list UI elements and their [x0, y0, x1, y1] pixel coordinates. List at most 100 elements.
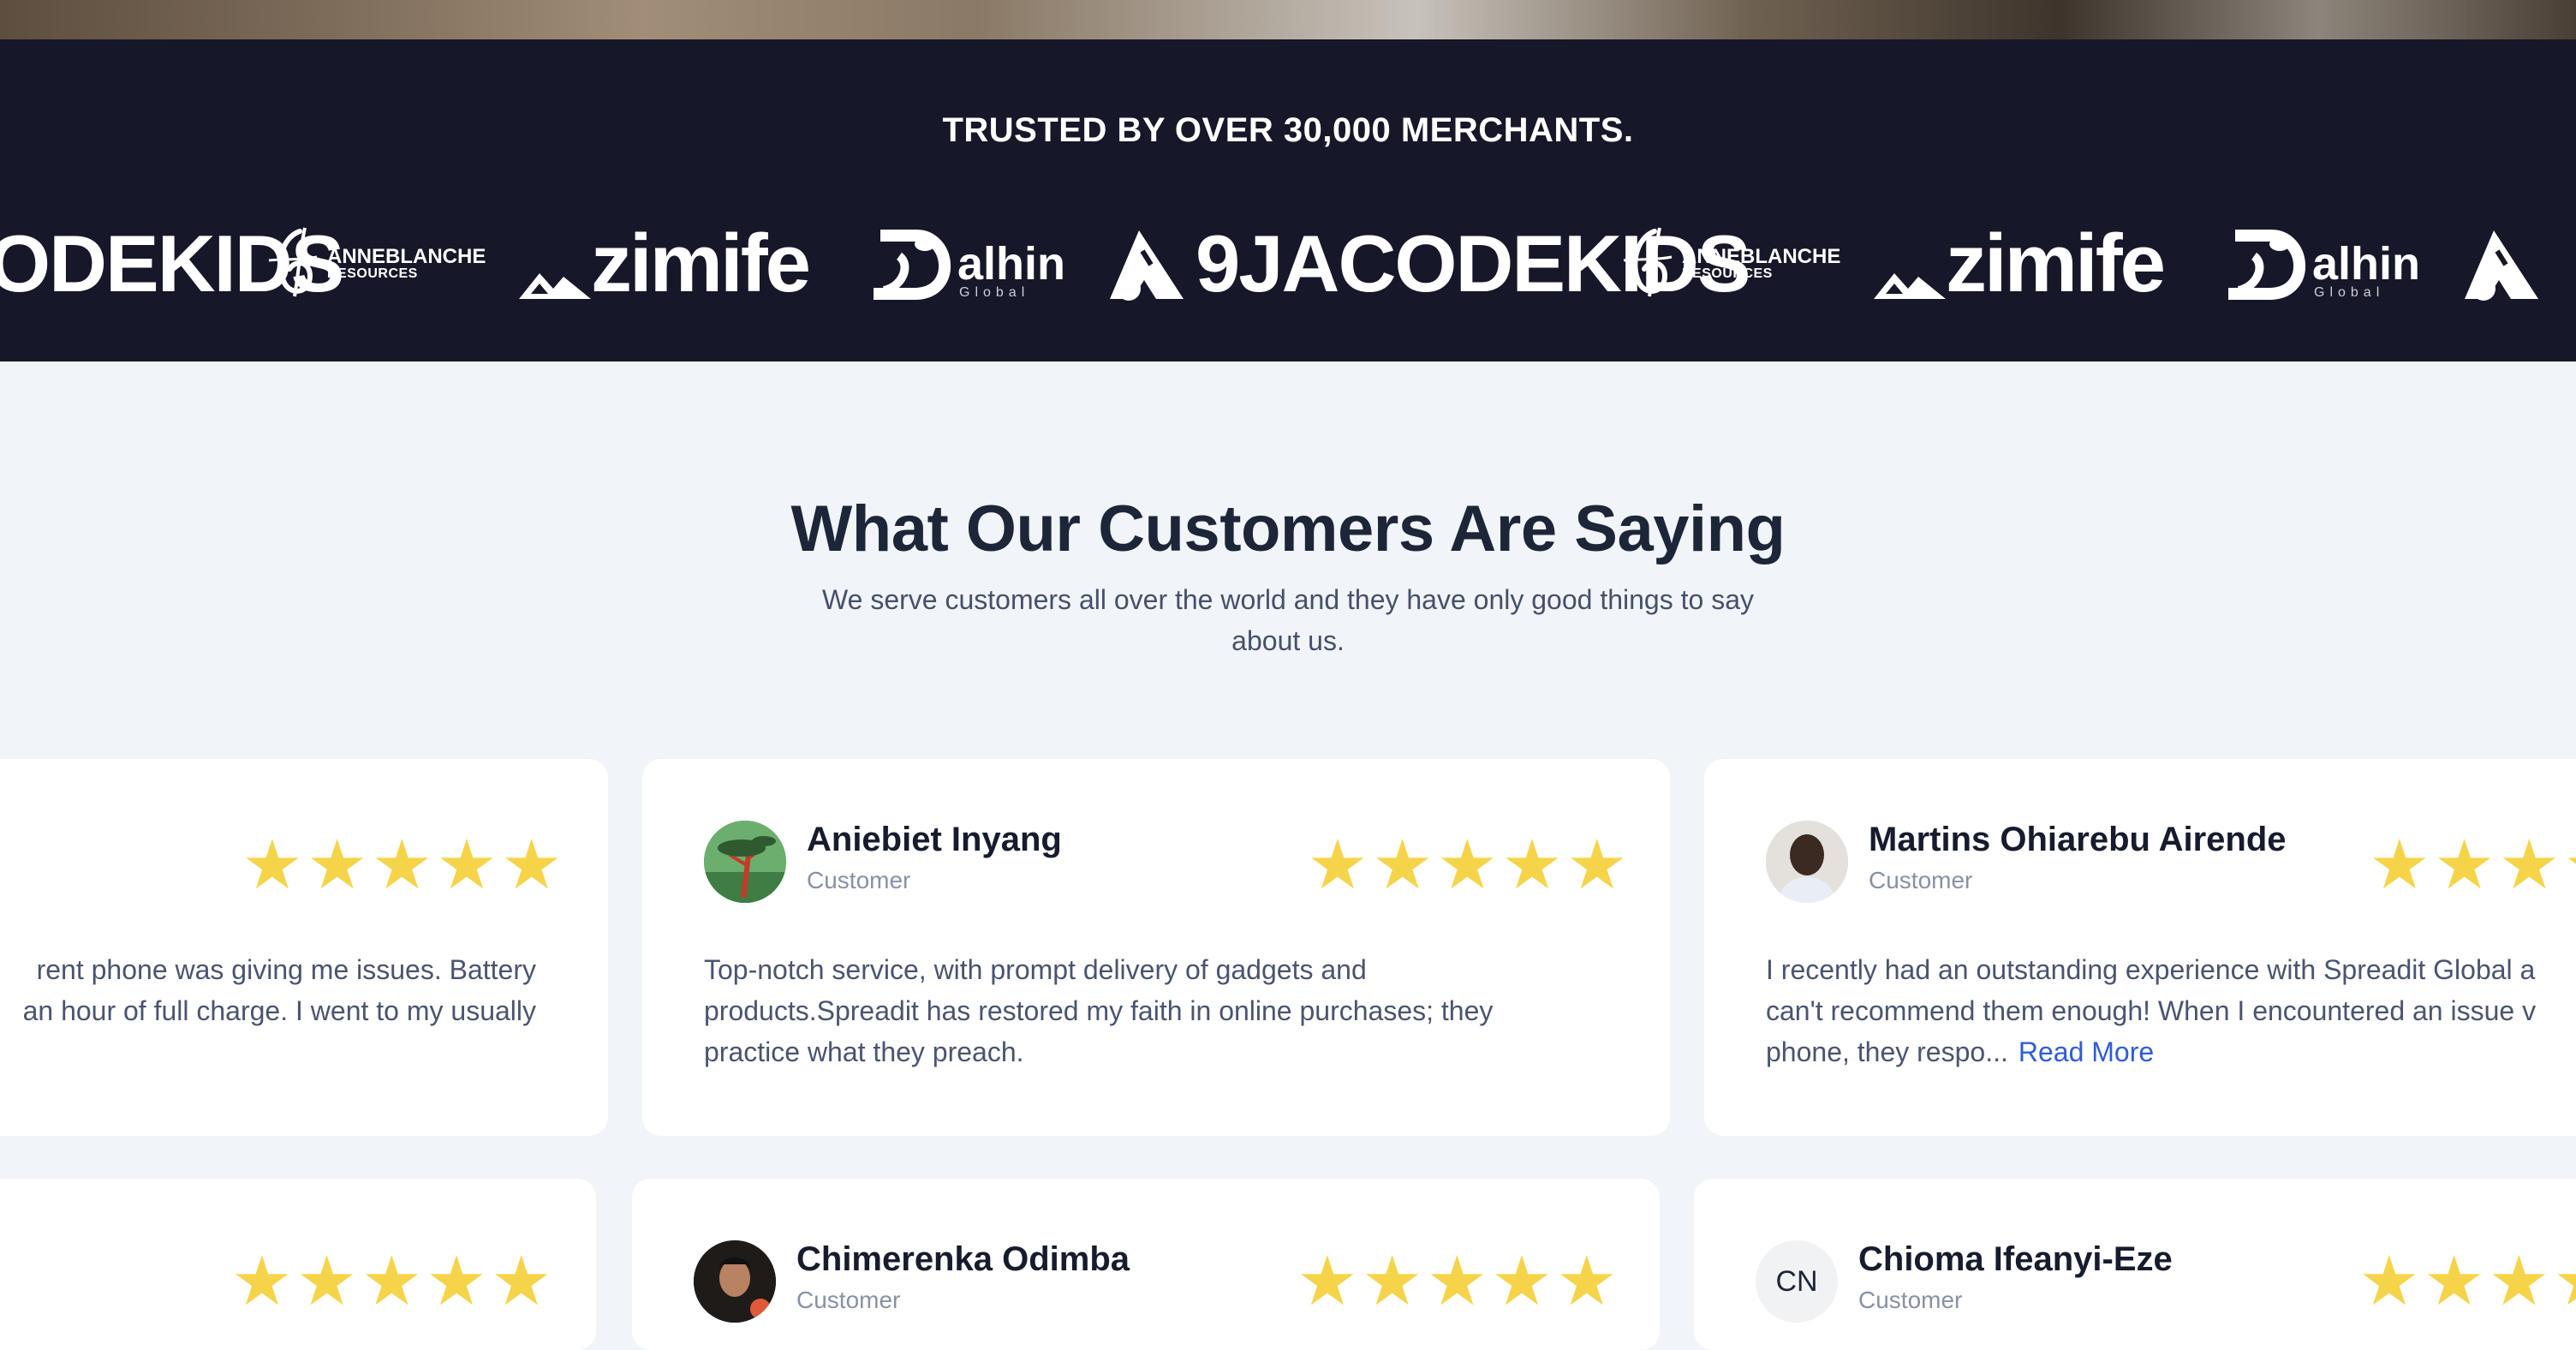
star-icon: ★ [2433, 827, 2496, 903]
zimife-wordmark: zimife [591, 218, 811, 309]
reviewer-name: Martins Ohiarebu Airende [1869, 821, 2287, 858]
review-line: practice what they preach. [704, 1036, 1024, 1067]
star-rating: ★ ★ ★ ★ ★ [231, 1247, 552, 1316]
star-icon: ★ [490, 1243, 552, 1319]
dalhin-tagline: Global [2314, 285, 2385, 300]
9jacodekids-mark-icon [2465, 230, 2538, 301]
subtitle-line-2: about us. [1231, 625, 1345, 656]
star-icon: ★ [2563, 831, 2576, 899]
star-rating: ★ ★ ★ ★ ★ [2369, 831, 2576, 899]
testimonial-card: ★ ★ ★ ★ ★ [0, 1179, 596, 1350]
review-line: Top-notch service, with prompt delivery … [704, 954, 1367, 985]
anneblanche-name: ANNEBLANCHE [327, 245, 486, 268]
review-line: can't recommend them enough! When I enco… [1766, 995, 2537, 1026]
star-icon: ★ [1297, 1243, 1358, 1319]
avatar [694, 1240, 776, 1323]
merchants-banner: TRUSTED BY OVER 30,000 MERCHANTS. ODEKID… [0, 39, 2576, 361]
star-icon: ★ [2423, 1243, 2485, 1319]
review-text: Top-notch service, with prompt delivery … [704, 949, 1493, 1072]
merchants-title: TRUSTED BY OVER 30,000 MERCHANTS. [942, 111, 1634, 149]
star-icon: ★ [1426, 1243, 1488, 1319]
testimonial-card: Chimerenka Odimba Customer ★ ★ ★ ★ ★ [632, 1179, 1660, 1350]
dalhin-d-icon [874, 230, 951, 300]
logo-anneblanche-repeat: ANNEBLANCHE RESOURCES [1620, 221, 1840, 307]
star-icon: ★ [436, 827, 498, 903]
logo-anneblanche: ANNEBLANCHE RESOURCES [265, 221, 486, 307]
avatar-photo-image [1766, 821, 1848, 903]
star-icon: ★ [1491, 1243, 1553, 1319]
anneblanche-subname: RESOURCES [327, 266, 418, 281]
star-rating: ★ ★ ★ ★ ★ [2358, 1247, 2576, 1316]
review-line: rent phone was giving me issues. Battery [36, 954, 536, 985]
testimonial-card: ★ ★ ★ ★ ★ rent phone was giving me issue… [0, 759, 608, 1136]
reviewer-role: Customer [1869, 867, 1973, 893]
logo-dalhin-repeat: alhin Global [2223, 221, 2420, 307]
review-line: phone, they respo... Read More [1766, 1031, 2536, 1072]
star-icon: ★ [426, 1243, 487, 1319]
star-icon: ★ [371, 827, 433, 903]
star-icon: ★ [1555, 1243, 1618, 1319]
review-line: I recently had an outstanding experience… [1766, 954, 2536, 985]
dalhin-d-icon [2228, 230, 2306, 300]
dalhin-wordmark: alhin [2312, 238, 2421, 290]
reviewer-role: Customer [1858, 1287, 1963, 1313]
testimonial-card: Aniebiet Inyang Customer ★ ★ ★ ★ ★ Top-n… [642, 759, 1670, 1136]
testimonial-card: CN Chioma Ifeanyi-Eze Customer ★ ★ ★ ★ ★ [1694, 1179, 2576, 1350]
review-line: products.Spreadit has restored my faith … [704, 995, 1494, 1026]
star-icon: ★ [361, 1243, 423, 1319]
zimife-mark-icon [519, 273, 591, 299]
star-icon: ★ [242, 827, 303, 903]
dalhin-tagline: Global [959, 285, 1030, 300]
star-icon: ★ [295, 1243, 358, 1319]
avatar-tree-image [704, 821, 786, 903]
dalhin-wordmark: alhin [957, 238, 1066, 290]
star-icon: ★ [2358, 1243, 2420, 1319]
logo-dalhin: alhin Global [868, 221, 1065, 307]
star-icon: ★ [1501, 827, 1563, 903]
logo-zimife-repeat: zimife [1874, 218, 2166, 309]
testimonial-card: Martins Ohiarebu Airende Customer ★ ★ ★ … [1704, 759, 2576, 1136]
hero-image-strip [0, 0, 2576, 39]
reviewer-role: Customer [796, 1287, 901, 1313]
star-icon: ★ [1361, 1243, 1423, 1319]
star-icon: ★ [1436, 827, 1499, 903]
avatar [1766, 821, 1848, 903]
star-rating: ★ ★ ★ ★ ★ [1307, 831, 1628, 899]
zimife-wordmark: zimife [1946, 218, 2166, 309]
testimonials-title: What Our Customers Are Saying [790, 493, 1786, 565]
star-icon: ★ [1307, 827, 1368, 903]
anneblanche-emblem-icon [1623, 227, 1673, 297]
review-text: rent phone was giving me issues. Battery… [0, 949, 536, 1031]
avatar [704, 821, 786, 903]
anneblanche-emblem-icon [268, 227, 318, 297]
star-icon: ★ [500, 827, 563, 903]
avatar-initials: CN [1756, 1240, 1838, 1323]
anneblanche-name: ANNEBLANCHE [1682, 245, 1841, 268]
star-rating: ★ ★ ★ ★ ★ [242, 831, 563, 899]
avatar-photo-image [694, 1240, 776, 1323]
star-icon: ★ [1371, 827, 1434, 903]
reviewer-role: Customer [807, 867, 911, 893]
star-icon: ★ [306, 827, 368, 903]
logo-9jacodekids-partial-right [2461, 221, 2543, 307]
testimonials-subtitle: We serve customers all over the world an… [774, 579, 1802, 661]
star-rating: ★ ★ ★ ★ ★ [1297, 1247, 1618, 1316]
star-icon: ★ [2369, 827, 2430, 903]
reviewer-name: Chioma Ifeanyi-Eze [1858, 1240, 2173, 1278]
star-icon: ★ [2498, 827, 2561, 903]
read-more-link[interactable]: Read More [2018, 1036, 2154, 1067]
review-line: an hour of full charge. I went to my usu… [22, 995, 536, 1026]
star-icon: ★ [231, 1243, 293, 1319]
9jacodekids-mark-icon [1110, 230, 1184, 301]
reviewer-name: Chimerenka Odimba [796, 1240, 1130, 1278]
anneblanche-subname: RESOURCES [1682, 266, 1773, 281]
star-icon: ★ [2488, 1243, 2550, 1319]
review-line-text: phone, they respo... [1766, 1036, 2008, 1067]
reviewer-name: Aniebiet Inyang [807, 821, 1062, 858]
zimife-mark-icon [1874, 273, 1946, 299]
logo-zimife: zimife [519, 218, 811, 309]
star-icon: ★ [2553, 1247, 2576, 1316]
subtitle-line-1: We serve customers all over the world an… [822, 584, 1754, 615]
star-icon: ★ [1565, 827, 1628, 903]
review-text: I recently had an outstanding experience… [1766, 949, 2536, 1072]
